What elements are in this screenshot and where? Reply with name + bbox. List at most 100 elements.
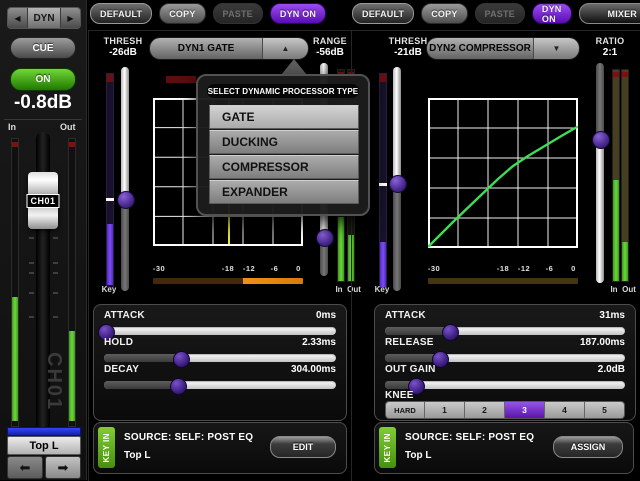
default-button[interactable]: DEFAULT — [352, 3, 414, 24]
meter-fill — [12, 297, 18, 421]
keyin-channel-text: Top L — [405, 450, 431, 461]
next-channel-button[interactable]: ➡ — [45, 456, 81, 479]
dyn2-out-meter — [621, 69, 629, 282]
keyin-source-text: SOURCE: SELF: POST EQ — [405, 432, 534, 443]
cue-button[interactable]: CUE — [10, 37, 76, 59]
fader-tick — [29, 262, 34, 264]
dyn1-type-dropdown[interactable]: DYN1 GATE ▲ — [149, 37, 309, 60]
clip-segment — [107, 74, 113, 82]
dyn1-params-panel: ATTACK 0ms HOLD 2.33ms DECAY 304.00ms — [93, 304, 347, 421]
threshold-mark — [379, 183, 387, 186]
fader-tick — [29, 272, 34, 274]
dyn1-type-label: DYN1 GATE — [150, 38, 262, 59]
knee-selector: HARD 1 2 3 4 5 — [385, 401, 625, 419]
spinner-left-icon[interactable]: ◀ — [8, 8, 27, 28]
out-meter-label: Out — [60, 122, 76, 132]
key-meter — [379, 73, 387, 288]
out-gain-slider[interactable] — [385, 379, 625, 392]
param-label: HOLD — [104, 337, 133, 348]
scale-tick-label: -6 — [271, 264, 279, 273]
ratio-slider-knob[interactable] — [592, 131, 610, 149]
scale-tick-label: -12 — [518, 264, 530, 273]
spinner-right-icon[interactable]: ▶ — [61, 8, 80, 28]
popup-option-gate[interactable]: GATE — [209, 105, 359, 129]
db-scale: -30 -18 -12 -6 0 — [153, 264, 303, 274]
paste-button[interactable]: PASTE — [475, 3, 525, 24]
mixer-button[interactable]: MIXER — [579, 3, 640, 24]
channel-name-label: Top L — [7, 436, 81, 455]
param-label: ATTACK — [104, 310, 145, 321]
keyin-source-text: SOURCE: SELF: POST EQ — [124, 432, 253, 443]
keyin-tab: KEY IN — [379, 427, 396, 468]
thresh-slider-knob[interactable] — [117, 191, 135, 209]
on-button[interactable]: ON — [10, 68, 76, 91]
gain-reduction-meter — [153, 278, 303, 284]
clip-segment — [69, 142, 75, 147]
thresh-slider[interactable] — [393, 67, 401, 291]
knee-option-5[interactable]: 5 — [584, 402, 624, 418]
page-spinner-label: DYN — [27, 8, 61, 28]
keyin-channel-text: Top L — [124, 450, 150, 461]
scale-tick-label: -30 — [153, 264, 165, 273]
scale-tick-label: 0 — [296, 264, 301, 273]
fader-gain-value: -0.8dB — [0, 92, 86, 114]
decay-slider[interactable] — [104, 379, 336, 392]
right-arrow-icon: ➡ — [58, 460, 69, 476]
knee-option-3[interactable]: 3 — [504, 402, 544, 418]
ratio-slider[interactable] — [596, 63, 604, 283]
fader-cap-channel-label: CH01 — [26, 194, 59, 208]
popup-option-ducking[interactable]: DUCKING — [209, 130, 359, 154]
fader-tick — [29, 237, 34, 239]
popup-option-expander[interactable]: EXPANDER — [209, 180, 359, 204]
dyn2-toolbar: DEFAULT COPY PASTE DYN ON MIXER — [352, 3, 638, 24]
keyin-assign-button[interactable]: ASSIGN — [553, 436, 623, 458]
meter-fill — [380, 242, 386, 287]
dyn-on-button[interactable]: DYN ON — [270, 3, 326, 24]
keyin-edit-button[interactable]: EDIT — [270, 436, 336, 458]
previous-channel-button[interactable]: ⬅ — [7, 456, 43, 479]
slider-knob[interactable] — [170, 378, 187, 395]
slider-fill — [104, 381, 178, 389]
default-button[interactable]: DEFAULT — [90, 3, 152, 24]
clip-segment — [380, 74, 386, 82]
knee-option-hard[interactable]: HARD — [386, 402, 424, 418]
range-value: -56dB — [311, 47, 349, 58]
thresh-label: THRESH — [97, 36, 149, 46]
page-spinner[interactable]: ◀ DYN ▶ — [7, 7, 81, 29]
dyn2-section: THRESH -21dB DYN2 COMPRESSOR ▼ RATIO 2:1… — [351, 30, 640, 481]
ratio-label: RATIO — [590, 36, 630, 46]
copy-button[interactable]: COPY — [421, 3, 467, 24]
dyn1-toolbar: DEFAULT COPY PASTE DYN ON — [90, 3, 326, 24]
popup-option-compressor[interactable]: COMPRESSOR — [209, 155, 359, 179]
range-slider-knob[interactable] — [316, 229, 334, 247]
dyn-on-button[interactable]: DYN ON — [532, 3, 572, 24]
param-value: 304.00ms — [291, 364, 336, 375]
channel-color-strip — [7, 427, 81, 436]
copy-button[interactable]: COPY — [159, 3, 205, 24]
knee-option-4[interactable]: 4 — [544, 402, 584, 418]
keyin-tab: KEY IN — [98, 427, 115, 468]
dyn2-type-dropdown[interactable]: DYN2 COMPRESSOR ▼ — [426, 37, 580, 60]
param-value: 2.33ms — [302, 337, 336, 348]
thresh-slider[interactable] — [121, 67, 129, 291]
paste-button[interactable]: PASTE — [213, 3, 263, 24]
slider-knob[interactable] — [442, 324, 459, 341]
meter-fill — [338, 217, 344, 281]
chevron-down-icon[interactable]: ▼ — [533, 38, 579, 59]
dyn1-keyin-panel: KEY IN SOURCE: SELF: POST EQ Top L EDIT — [93, 422, 347, 474]
fader-tick — [29, 316, 34, 318]
param-label: RELEASE — [385, 337, 434, 348]
fader-cap[interactable]: CH01 — [28, 172, 58, 229]
knee-option-1[interactable]: 1 — [424, 402, 464, 418]
knee-option-2[interactable]: 2 — [464, 402, 504, 418]
slider-knob[interactable] — [173, 351, 190, 368]
meter-fill — [107, 224, 113, 285]
in-meter-label: In — [8, 122, 16, 132]
key-meter — [106, 73, 114, 288]
param-label: OUT GAIN — [385, 364, 436, 375]
keyin-tab-label: KEY IN — [383, 433, 392, 463]
chevron-up-icon[interactable]: ▲ — [262, 38, 308, 59]
param-value: 2.0dB — [598, 364, 625, 375]
thresh-slider-knob[interactable] — [389, 175, 407, 193]
channel-ghost-label: CH01 — [42, 352, 65, 411]
